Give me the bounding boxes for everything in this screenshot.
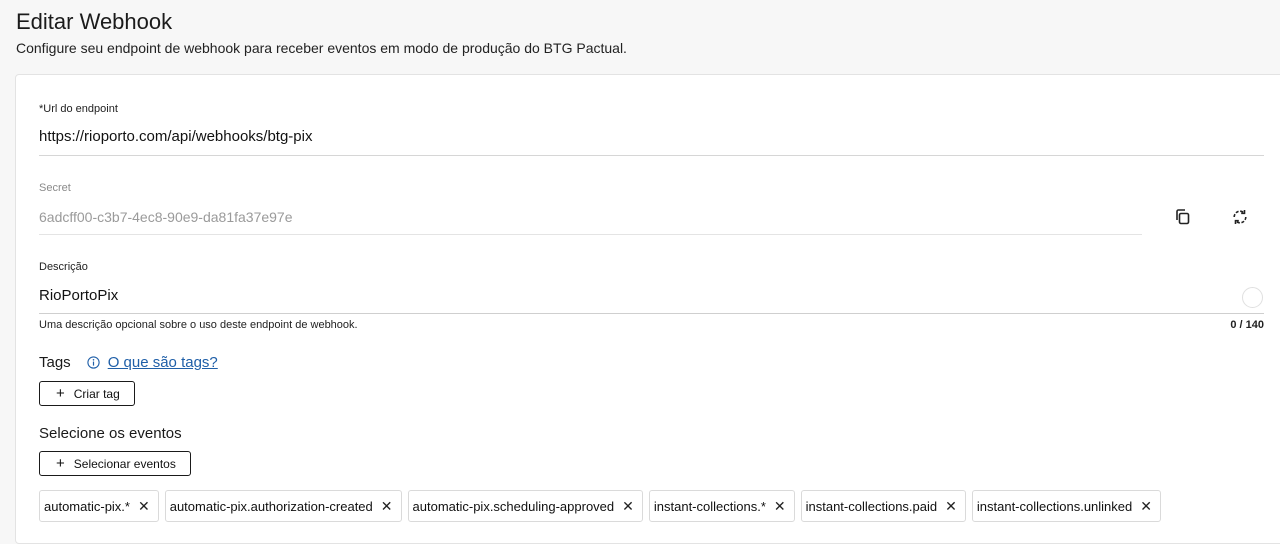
event-chip: automatic-pix.authorization-created ✕ bbox=[164, 490, 402, 522]
url-label: *Url do endpoint bbox=[39, 103, 118, 115]
select-events-label: Selecionar eventos bbox=[73, 456, 176, 471]
secret-underline bbox=[39, 234, 1142, 235]
description-underline bbox=[39, 313, 1264, 314]
secret-field: Secret 6adcff00-c3b7-4ec8-90e9-da81fa37e… bbox=[39, 182, 1141, 225]
close-icon[interactable]: ✕ bbox=[774, 498, 786, 515]
close-icon[interactable]: ✕ bbox=[1140, 498, 1152, 515]
event-chip-label: instant-collections.paid bbox=[805, 498, 938, 514]
webhook-form-card: *Url do endpoint https://rioporto.com/ap… bbox=[15, 74, 1280, 544]
tags-title: Tags bbox=[39, 354, 71, 371]
url-field[interactable]: *Url do endpoint https://rioporto.com/ap… bbox=[39, 103, 1264, 145]
description-input[interactable]: RioPortoPix bbox=[39, 287, 1264, 304]
page-header: Editar Webhook Configure seu endpoint de… bbox=[16, 8, 627, 56]
event-chip: automatic-pix.* ✕ bbox=[39, 490, 159, 522]
loading-circle-icon bbox=[1242, 287, 1263, 308]
plus-icon: + bbox=[56, 455, 65, 472]
info-icon bbox=[87, 356, 100, 369]
tags-header: Tags O que são tags? bbox=[39, 354, 218, 371]
page-title: Editar Webhook bbox=[16, 9, 173, 34]
secret-value: 6adcff00-c3b7-4ec8-90e9-da81fa37e97e bbox=[39, 209, 293, 225]
close-icon[interactable]: ✕ bbox=[945, 498, 957, 515]
event-chip: instant-collections.unlinked ✕ bbox=[971, 490, 1161, 522]
tags-help-link[interactable]: O que são tags? bbox=[108, 354, 218, 371]
description-label: Descrição bbox=[39, 261, 88, 273]
event-chip-label: automatic-pix.scheduling-approved bbox=[412, 498, 615, 514]
event-chip-label: automatic-pix.* bbox=[44, 498, 130, 514]
event-chip-label: instant-collections.* bbox=[653, 498, 766, 514]
event-chip: instant-collections.* ✕ bbox=[648, 490, 795, 522]
close-icon[interactable]: ✕ bbox=[622, 498, 634, 515]
description-field[interactable]: Descrição RioPortoPix bbox=[39, 261, 1264, 304]
events-title: Selecione os eventos bbox=[39, 425, 182, 442]
secret-label: Secret bbox=[39, 182, 71, 194]
description-helper: Uma descrição opcional sobre o uso deste… bbox=[39, 319, 358, 331]
create-tag-button[interactable]: + Criar tag bbox=[39, 381, 135, 406]
url-input[interactable]: https://rioporto.com/api/webhooks/btg-pi… bbox=[39, 128, 1264, 145]
page-subtitle: Configure seu endpoint de webhook para r… bbox=[16, 40, 627, 56]
description-counter: 0 / 140 bbox=[1230, 319, 1264, 331]
select-events-button[interactable]: + Selecionar eventos bbox=[39, 451, 191, 476]
copy-icon[interactable] bbox=[1171, 205, 1195, 229]
event-chip: automatic-pix.scheduling-approved ✕ bbox=[407, 490, 643, 522]
selected-events-list: automatic-pix.* ✕ automatic-pix.authoriz… bbox=[39, 490, 1161, 522]
close-icon[interactable]: ✕ bbox=[381, 498, 393, 515]
close-icon[interactable]: ✕ bbox=[138, 498, 150, 515]
url-underline bbox=[39, 155, 1264, 156]
event-chip: instant-collections.paid ✕ bbox=[800, 490, 966, 522]
event-chip-label: automatic-pix.authorization-created bbox=[169, 498, 373, 514]
create-tag-label: Criar tag bbox=[73, 386, 120, 401]
refresh-icon[interactable] bbox=[1228, 205, 1252, 229]
plus-icon: + bbox=[56, 385, 65, 402]
event-chip-label: instant-collections.unlinked bbox=[976, 498, 1133, 514]
